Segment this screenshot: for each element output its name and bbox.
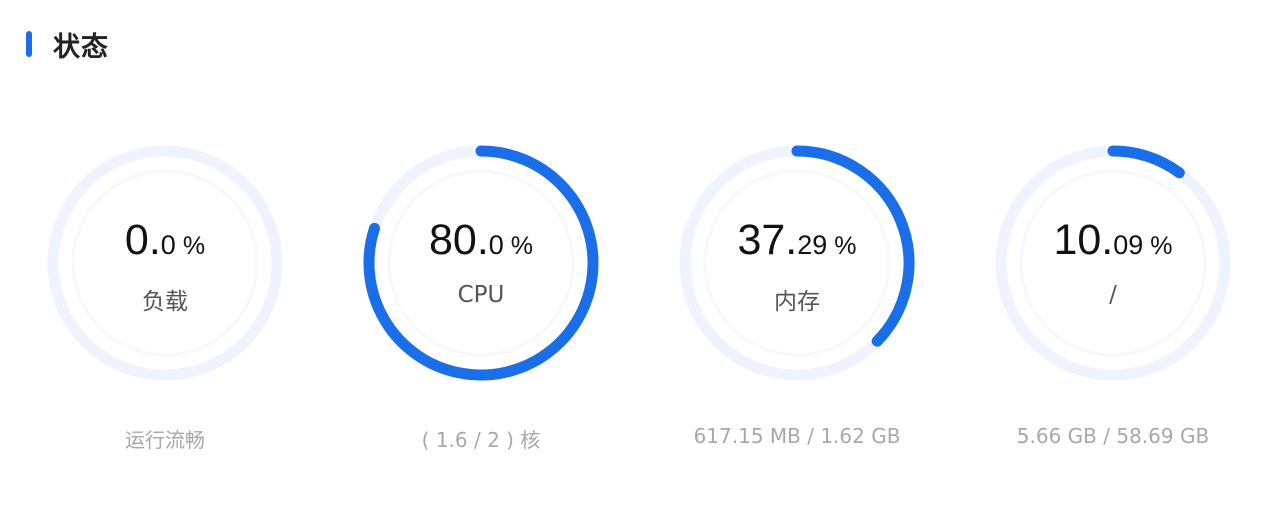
cpu-label: CPU: [457, 282, 505, 308]
disk-detail: 5.66 GB / 58.69 GB: [1016, 424, 1210, 448]
load-gauge[interactable]: 0.0% 负载: [40, 138, 290, 388]
section-header: 状态: [26, 24, 109, 64]
header-accent-bar: [26, 31, 32, 57]
cpu-detail: ( 1.6 / 2 ) 核: [421, 428, 541, 452]
load-value: 0.0%: [124, 216, 206, 264]
cpu-gauge[interactable]: 80.0% CPU: [356, 138, 606, 388]
load-label: 负载: [142, 289, 188, 315]
memory-detail: 617.15 MB / 1.62 GB: [693, 424, 901, 448]
disk-value: 10.09%: [1053, 216, 1173, 264]
disk-progress-arc: [1107, 145, 1185, 179]
memory-gauge[interactable]: 37.29% 内存: [672, 138, 922, 388]
memory-value: 37.29%: [737, 216, 857, 264]
memory-label: 内存: [774, 289, 820, 315]
cpu-value: 80.0%: [428, 216, 534, 264]
load-detail: 运行流畅: [125, 428, 205, 452]
section-title: 状态: [53, 31, 109, 63]
disk-label: /: [1109, 282, 1117, 308]
disk-gauge[interactable]: 10.09% /: [988, 138, 1238, 388]
